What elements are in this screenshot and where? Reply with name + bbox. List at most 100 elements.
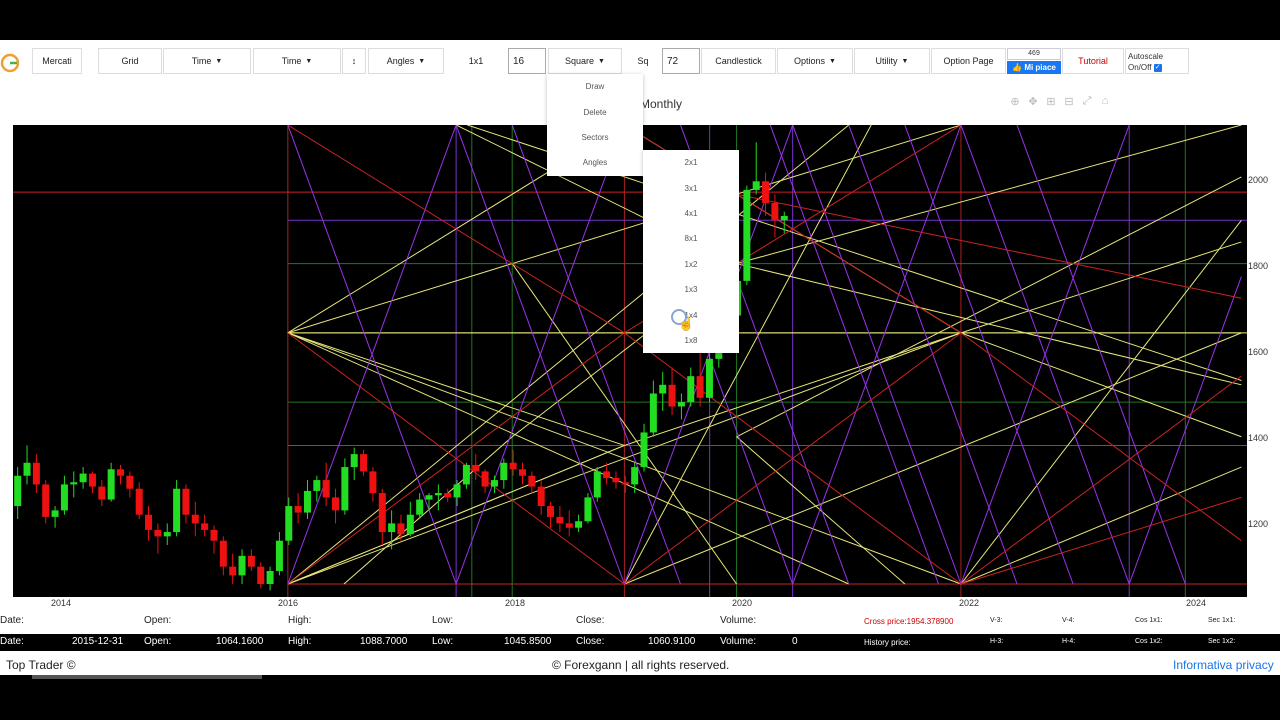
option-page-button[interactable]: Option Page (931, 48, 1006, 74)
candle-body (117, 469, 125, 476)
zoom-icon[interactable]: ⊕ (1006, 95, 1024, 109)
tutorial-button[interactable]: Tutorial (1062, 48, 1124, 74)
candle-body (332, 497, 340, 511)
checkbox-checked-icon[interactable]: ✓ (1153, 63, 1162, 72)
angles-dropdown[interactable]: Angles ▼ (368, 48, 444, 74)
gann-angle-line (769, 125, 939, 585)
candle-body (687, 376, 695, 403)
square-dropdown[interactable]: Square ▼ (548, 48, 622, 74)
candle-body (70, 482, 78, 485)
volume-label: Volume: (720, 615, 757, 626)
submenu-item-2x1[interactable]: 2x1 (643, 150, 739, 175)
candle-body (444, 493, 452, 498)
footer-copyright: © Forexgann | all rights reserved. (552, 658, 730, 672)
submenu-item-4x1[interactable]: 4x1 (643, 201, 739, 226)
candle-body (472, 464, 480, 472)
submenu-item-8x1[interactable]: 8x1 (643, 226, 739, 251)
price-chart[interactable] (13, 125, 1247, 597)
autoscale-sublabel: On/Off (1128, 63, 1152, 72)
candle-body (88, 473, 96, 487)
mercati-button[interactable]: Mercati (32, 48, 82, 74)
caret-down-icon: ▼ (418, 57, 426, 65)
v4-label: V-4: (1062, 617, 1075, 624)
gann-angle-line (736, 176, 1242, 438)
gann-angle-line (287, 263, 513, 334)
grid-button[interactable]: Grid (98, 48, 162, 74)
candle-body (762, 181, 770, 203)
candle-body (462, 464, 470, 485)
fb-like-widget[interactable]: 469 👍 Mi piace (1007, 48, 1061, 74)
candle-body (135, 488, 143, 515)
candlestick-button[interactable]: Candlestick (701, 48, 776, 74)
utility-dropdown[interactable]: Utility ▼ (854, 48, 930, 74)
privacy-link[interactable]: Informativa privacy (1173, 658, 1274, 672)
time-dropdown-1[interactable]: Time ▼ (163, 48, 251, 74)
menu-item-angles[interactable]: Angles (547, 150, 643, 175)
close-label: Close: (576, 636, 605, 647)
chart-canvas[interactable] (13, 125, 1247, 597)
candle-body (509, 462, 517, 470)
autoscale-icon[interactable]: ⤢ (1078, 95, 1096, 109)
fb-like-count: 469 (1007, 48, 1061, 60)
thumbs-up-icon: 👍 (1012, 63, 1023, 72)
candle-body (294, 506, 302, 513)
candle-body (266, 571, 274, 585)
candle-body (575, 521, 583, 528)
v3-label: V-3: (990, 617, 1003, 624)
open-label: Open: (144, 615, 172, 626)
gann-angle-line (343, 436, 513, 585)
gann-angle-line (960, 496, 1242, 585)
submenu-item-1x3[interactable]: 1x3 (643, 277, 739, 302)
candle-body (556, 516, 564, 524)
candle-body (229, 566, 237, 576)
pan-icon[interactable]: ✥ (1024, 95, 1042, 109)
candle-body (584, 497, 592, 522)
candle-body (126, 475, 134, 489)
time-dropdown-2[interactable]: Time ▼ (253, 48, 341, 74)
autoscale-label: Autoscale (1128, 52, 1164, 61)
caret-down-icon: ▼ (901, 57, 909, 65)
reset-icon[interactable]: ⌂ (1096, 95, 1114, 109)
candle-body (350, 454, 358, 468)
open-label: Open: (144, 636, 172, 647)
zoom-out-icon[interactable]: ⊟ (1060, 95, 1078, 109)
x-tick-label: 2020 (732, 598, 753, 608)
open-value: 1064.1600 (216, 636, 264, 647)
candle-body (771, 202, 779, 221)
page-footer: Top Trader © © Forexgann | all rights re… (0, 657, 1280, 675)
candle-body (23, 462, 31, 476)
fb-like-button[interactable]: 👍 Mi piace (1007, 61, 1061, 74)
gann-angle-line (960, 332, 1242, 542)
y-tick-label: 2000 (1248, 175, 1269, 185)
footer-brand: Top Trader © (6, 658, 76, 672)
submenu-item-1x2[interactable]: 1x2 (643, 252, 739, 277)
candle-body (79, 473, 87, 483)
candle-body (322, 480, 330, 498)
menu-item-sectors[interactable]: Sectors (547, 125, 643, 150)
candle-body (537, 486, 545, 507)
candle-body (481, 471, 489, 487)
autoscale-toggle[interactable]: Autoscale On/Off ✓ (1125, 48, 1189, 74)
candle-body (752, 181, 760, 190)
candle-body (453, 484, 461, 498)
ratio-input[interactable] (508, 48, 546, 74)
close-value: 1060.9100 (648, 636, 696, 647)
candle-body (173, 488, 181, 533)
h4-label: H-4: (1062, 638, 1076, 645)
candle-body (285, 506, 293, 541)
menu-item-delete[interactable]: Delete (547, 99, 643, 124)
candle-body (696, 376, 704, 398)
menu-item-draw[interactable]: Draw (547, 74, 643, 99)
candle-body (247, 555, 255, 567)
swap-button[interactable]: ↕ (342, 48, 366, 74)
candle-body (677, 402, 685, 407)
candle-body (369, 471, 377, 494)
gann-angle-line (736, 263, 1242, 386)
candle-body (668, 384, 676, 407)
zoom-in-icon[interactable]: ⊞ (1042, 95, 1060, 109)
sq-input[interactable] (662, 48, 700, 74)
candle-body (313, 480, 321, 491)
submenu-item-3x1[interactable]: 3x1 (643, 175, 739, 200)
options-dropdown[interactable]: Options ▼ (777, 48, 853, 74)
volume-label: Volume: (720, 636, 757, 647)
